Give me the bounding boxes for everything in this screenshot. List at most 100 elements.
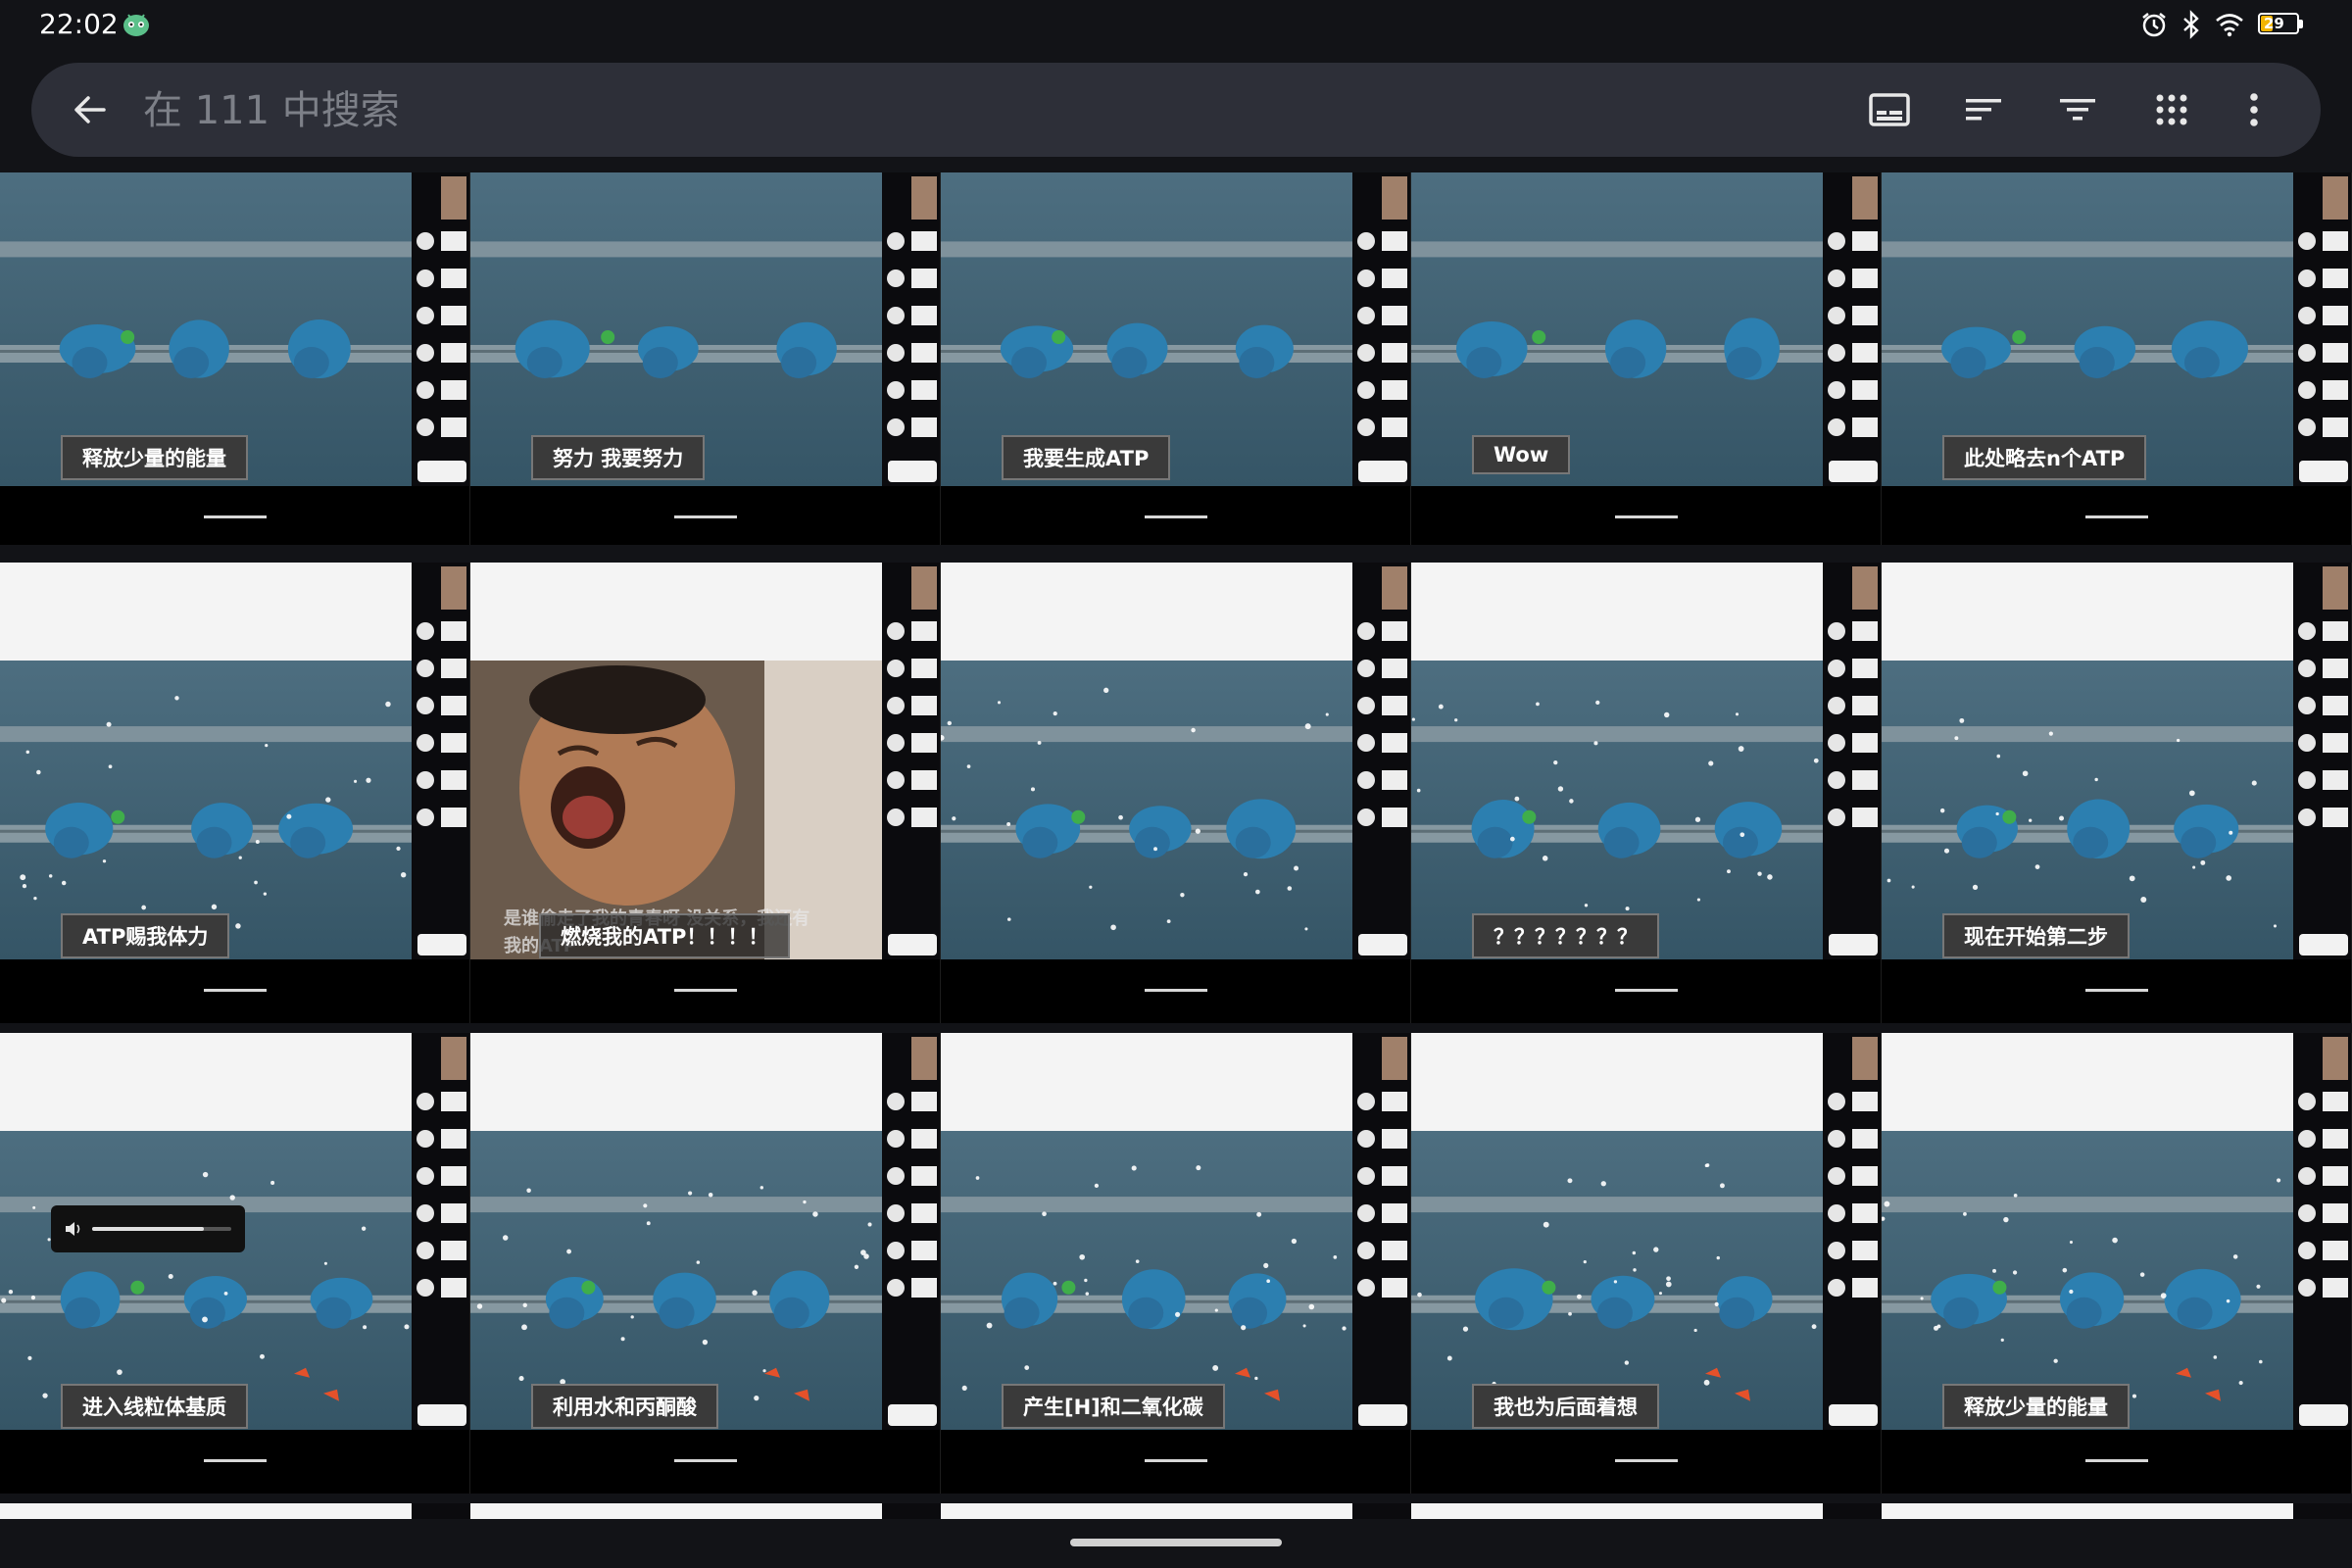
chat-sidebar-preview — [882, 1033, 941, 1430]
video-thumbnail[interactable]: 产生[H]和二氧化碳 — [941, 1033, 1411, 1494]
subtitles-button[interactable] — [1866, 86, 1913, 133]
video-thumbnail[interactable]: 我也为后面着想 — [1411, 1033, 1882, 1494]
volume-overlay — [51, 1205, 245, 1252]
subtitle-caption: ATP赐我体力 — [61, 913, 230, 958]
progress-line — [204, 515, 267, 518]
chat-sidebar-preview — [882, 1503, 941, 1519]
video-thumbnail[interactable]: 进入线粒体基质 — [0, 1033, 470, 1494]
navigation-bar — [0, 1519, 2352, 1568]
progress-line — [674, 989, 737, 992]
video-thumbnail-partial[interactable] — [470, 1503, 882, 1519]
video-thumbnail[interactable]: 此处略去n个ATP — [1882, 172, 2352, 545]
video-thumbnail[interactable]: ？？？？？？？ — [1411, 563, 1882, 1023]
more-options-button[interactable] — [2230, 86, 2278, 133]
subtitle-caption: ？？？？？？？ — [1472, 913, 1659, 958]
video-thumbnail[interactable]: 释放少量的能量 — [1882, 1033, 2352, 1494]
progress-line — [1145, 1459, 1207, 1462]
scene-illustration — [941, 1033, 1352, 1430]
video-thumbnail[interactable]: 释放少量的能量 — [0, 172, 470, 545]
subtitle-caption: 我也为后面着想 — [1472, 1384, 1659, 1429]
scene-illustration — [1882, 1033, 2293, 1430]
chat-sidebar-preview — [412, 172, 470, 486]
video-thumbnail[interactable]: 是谁偷走了我的青春呀 没关系，我还有我的ATP燃烧我的ATP！！！！ — [470, 563, 941, 1023]
video-thumbnail[interactable]: 现在开始第二步 — [1882, 563, 2352, 1023]
progress-line — [204, 989, 267, 992]
arrow-back-icon — [74, 96, 106, 123]
chat-sidebar-preview — [1352, 1503, 1411, 1519]
status-bar: 22:02 29 — [0, 0, 2352, 49]
progress-line — [674, 1459, 737, 1462]
chat-sidebar-preview — [1823, 563, 1882, 959]
scene-illustration — [1411, 1033, 1823, 1430]
video-thumbnail[interactable]: 利用水和丙酮酸 — [470, 1033, 941, 1494]
progress-line — [2085, 515, 2148, 518]
volume-slider[interactable] — [92, 1227, 231, 1231]
subtitle-caption: Wow — [1472, 435, 1571, 474]
subtitle-caption: 燃烧我的ATP！！！！ — [539, 913, 791, 958]
grid-view-icon — [2156, 94, 2187, 125]
back-button[interactable] — [67, 86, 114, 133]
progress-line — [2085, 1459, 2148, 1462]
progress-line — [1615, 989, 1678, 992]
progress-line — [1145, 515, 1207, 518]
video-thumbnail-partial[interactable] — [1882, 1503, 2293, 1519]
wifi-icon — [2216, 14, 2243, 37]
subtitle-caption: 产生[H]和二氧化碳 — [1002, 1384, 1225, 1429]
volume-icon — [66, 1222, 80, 1236]
chat-sidebar-preview — [1352, 1033, 1411, 1430]
subtitle-caption: 现在开始第二步 — [1942, 913, 2130, 958]
scene-illustration — [470, 1033, 882, 1430]
more-vert-icon — [2250, 93, 2258, 126]
video-thumbnail-partial[interactable] — [941, 1503, 1352, 1519]
video-thumbnail[interactable] — [941, 563, 1411, 1023]
video-thumbnail[interactable]: 我要生成ATP — [941, 172, 1411, 545]
scene-illustration — [0, 563, 412, 959]
chat-sidebar-preview — [1352, 172, 1411, 486]
subtitle-caption: 进入线粒体基质 — [61, 1384, 248, 1429]
video-thumbnail[interactable]: 努力 我要努力 — [470, 172, 941, 545]
battery-icon: 29 — [2258, 13, 2305, 36]
grid-view-button[interactable] — [2148, 86, 2195, 133]
search-input[interactable] — [141, 80, 1713, 141]
progress-line — [2085, 989, 2148, 992]
search-bar — [31, 63, 2321, 157]
chat-sidebar-preview — [412, 1033, 470, 1430]
chat-sidebar-preview — [2293, 1033, 2352, 1430]
scene-illustration — [941, 563, 1352, 959]
filter-icon — [2060, 99, 2095, 121]
chat-sidebar-preview — [412, 1503, 470, 1519]
chat-sidebar-preview — [882, 172, 941, 486]
bluetooth-icon — [2183, 10, 2199, 39]
alarm-icon — [2142, 13, 2166, 37]
filter-button[interactable] — [2054, 86, 2101, 133]
progress-line — [1145, 989, 1207, 992]
progress-line — [1615, 1459, 1678, 1462]
sort-button[interactable] — [1960, 86, 2007, 133]
chat-sidebar-preview — [2293, 172, 2352, 486]
subtitle-caption: 此处略去n个ATP — [1942, 435, 2147, 480]
chat-sidebar-preview — [1352, 563, 1411, 959]
home-indicator[interactable] — [1070, 1539, 1282, 1546]
progress-line — [674, 515, 737, 518]
video-thumbnail[interactable]: ATP赐我体力 — [0, 563, 470, 1023]
volume-fill — [92, 1227, 204, 1231]
scene-illustration — [1882, 563, 2293, 959]
battery-level: 29 — [2264, 15, 2284, 32]
progress-line — [1615, 515, 1678, 518]
status-time: 22:02 — [39, 8, 119, 40]
sort-icon — [1966, 99, 2001, 121]
subtitle-caption: 利用水和丙酮酸 — [531, 1384, 718, 1429]
chat-sidebar-preview — [1823, 1033, 1882, 1430]
chat-sidebar-preview — [412, 563, 470, 959]
chat-sidebar-preview — [2293, 1503, 2352, 1519]
subtitle-caption: 我要生成ATP — [1002, 435, 1171, 480]
scene-illustration — [1411, 563, 1823, 959]
thumbnail-grid: 释放少量的能量 努力 我要努力 我要生成ATP Wow 此处略去n个ATP AT… — [0, 172, 2352, 1519]
chat-sidebar-preview — [2293, 563, 2352, 959]
android-robot-icon — [123, 14, 149, 36]
video-thumbnail-partial[interactable] — [1411, 1503, 1823, 1519]
chat-sidebar-preview — [882, 563, 941, 959]
subtitle-caption: 努力 我要努力 — [531, 435, 706, 480]
video-thumbnail[interactable]: Wow — [1411, 172, 1882, 545]
video-thumbnail-partial[interactable] — [0, 1503, 412, 1519]
